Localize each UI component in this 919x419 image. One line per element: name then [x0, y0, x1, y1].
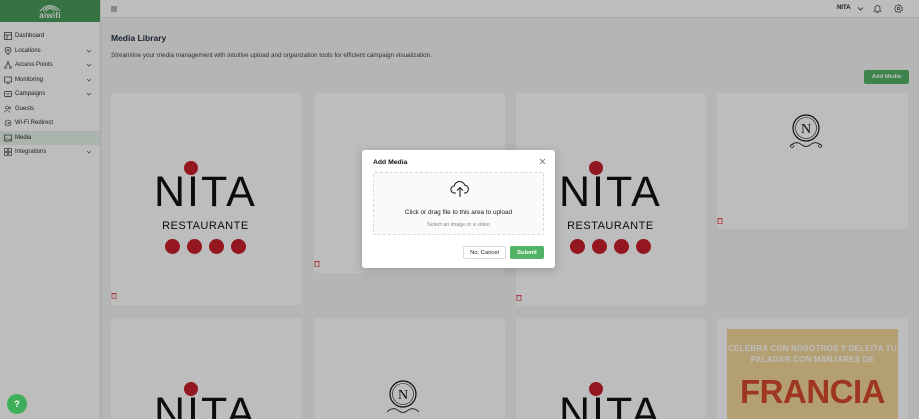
close-icon[interactable] [539, 158, 546, 165]
cloud-upload-icon [450, 180, 469, 197]
modal-title: Add Media [373, 159, 408, 166]
dropzone-hint: Select an image or a video [427, 222, 490, 228]
dropzone-text: Click or drag file to this area to uploa… [404, 209, 513, 216]
help-button[interactable]: ? [7, 394, 27, 414]
submit-button[interactable]: Submit [510, 246, 544, 259]
upload-dropzone[interactable]: Click or drag file to this area to uploa… [373, 172, 544, 235]
cancel-button[interactable]: No, Cancel [463, 246, 506, 259]
add-media-modal: Add Media Click or drag file to this are… [362, 150, 555, 268]
